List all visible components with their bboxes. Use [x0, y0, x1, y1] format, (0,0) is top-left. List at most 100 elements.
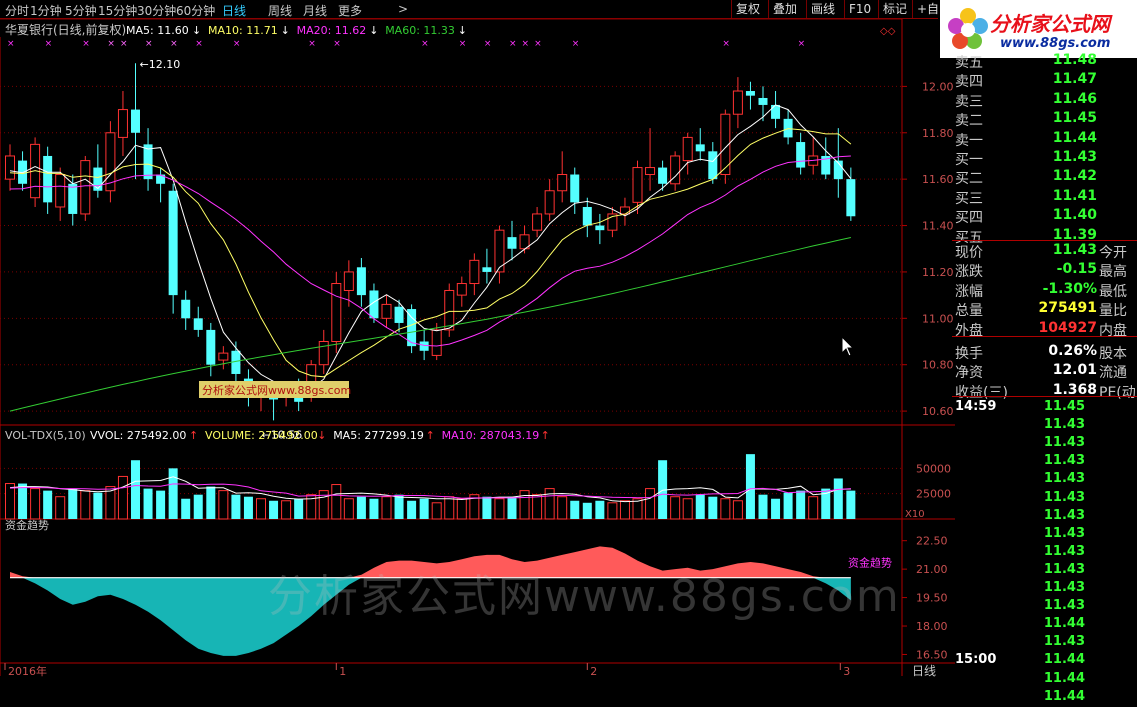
stat-row[interactable]: 收益(三) 1.368 PE(动) — [955, 382, 1137, 401]
toolbar-button-3[interactable]: F10 — [844, 0, 875, 18]
order-book-row[interactable]: 买四 11.40 — [955, 207, 1097, 226]
vol-bar-down — [294, 498, 304, 519]
stat-row[interactable]: 涨跌 -0.15 最高 — [955, 261, 1127, 280]
vol-unit: X10 — [905, 509, 925, 520]
toolbar-button-2[interactable]: 画线 — [806, 0, 839, 18]
vol-bar-down — [833, 478, 843, 519]
vol-label-1: VOLUME: 275492.00 — [205, 429, 318, 442]
period-tab-9[interactable]: 更多 — [338, 2, 362, 19]
vol-bar-down — [131, 460, 140, 519]
order-book-row[interactable]: 买一 11.43 — [955, 149, 1097, 168]
candle-body-up — [331, 283, 342, 343]
stat-row[interactable]: 总量 275491 量比 — [955, 300, 1127, 320]
tick-row: 11.43 — [955, 471, 1085, 489]
vol-bar-up — [732, 500, 743, 520]
quote-label: 买三 — [955, 190, 983, 207]
period-tab-6[interactable]: 日线 — [222, 2, 246, 19]
period-tab-7[interactable]: 周线 — [268, 2, 292, 19]
period-tab-3[interactable]: 15分钟 — [98, 2, 137, 19]
vol-bar-up — [431, 502, 442, 520]
quote-label: 涨幅 — [955, 283, 983, 300]
vol-bar-up — [444, 496, 455, 520]
tick-row: 11.43 — [955, 562, 1085, 580]
vol-bar-up — [55, 496, 66, 520]
quote-label: 总量 — [955, 303, 983, 320]
vol-bar-up — [544, 488, 555, 520]
candle-body-down — [206, 329, 216, 365]
vol-bar-up — [281, 500, 292, 520]
quote-label: 卖四 — [955, 74, 983, 91]
x-axis-label: 2016年 — [8, 664, 47, 678]
order-book-row[interactable]: 买二 11.42 — [955, 168, 1097, 187]
quote-label: 买一 — [955, 152, 983, 168]
candle-body-down — [507, 237, 517, 249]
candle-body-down — [658, 167, 668, 184]
tick-time: 15:00 — [955, 652, 997, 668]
tick-row: 11.44 — [955, 671, 1085, 689]
x-axis-period: 日线 — [912, 664, 936, 678]
vol-bar-down — [419, 498, 429, 519]
quote-value: 11.42 — [1052, 168, 1097, 185]
ma60-line — [9, 237, 852, 412]
candle-body-up — [444, 289, 455, 331]
period-tab-5[interactable]: 60分钟 — [176, 2, 215, 19]
vol-bar-down — [570, 500, 580, 519]
order-book-row[interactable]: 卖二 11.45 — [955, 110, 1097, 130]
more-arrow-icon[interactable]: > — [398, 2, 408, 16]
signal-mark: × — [798, 39, 806, 49]
vol-bar-up — [682, 498, 693, 520]
vol-arrow-icon: ↑ — [426, 429, 435, 442]
order-book-row[interactable]: 买三 11.41 — [955, 188, 1097, 207]
high-marker: ←12.10 — [140, 58, 181, 71]
vol-bar-up — [5, 483, 15, 520]
stat-row[interactable]: 涨幅 -1.30% 最低 — [955, 281, 1127, 300]
order-book-row[interactable]: 卖一 11.44 — [955, 130, 1097, 149]
x-axis-label: 3 — [843, 665, 850, 678]
period-tab-0[interactable]: 分时 — [5, 2, 29, 19]
vol-bar-down — [758, 494, 768, 519]
order-book-row[interactable]: 卖三 11.46 — [955, 91, 1097, 110]
period-tab-1[interactable]: 1分钟 — [30, 2, 62, 19]
quote-value: 104927 — [1038, 319, 1097, 336]
vol-bar-up — [117, 475, 128, 520]
candle-body-up — [55, 174, 66, 208]
vol-bar-up — [557, 496, 568, 520]
toolbar-button-5[interactable]: +自 — [912, 0, 943, 18]
ma-arrow-icon: ↓ — [192, 24, 201, 37]
price-tick-label: 11.80 — [922, 127, 954, 140]
order-book-row[interactable]: 卖五 11.48 — [955, 52, 1097, 71]
quote-label: 现价 — [955, 245, 983, 261]
quote-value: 11.47 — [1052, 71, 1097, 88]
vol-bar-down — [796, 490, 806, 519]
toolbar-button-0[interactable]: 复权 — [731, 0, 764, 18]
stat-row[interactable]: 外盘 104927 内盘 — [955, 319, 1127, 339]
quote-label: 净资 — [955, 365, 983, 382]
candle-body-up — [732, 90, 743, 115]
vol-bar-up — [619, 500, 630, 520]
price-tick-label: 11.00 — [922, 312, 954, 325]
vol-bar-up — [645, 488, 656, 520]
toolbar-button-1[interactable]: 叠加 — [768, 0, 801, 18]
vol-bar-down — [771, 498, 781, 519]
quote-label-2: 今开 — [1099, 245, 1127, 261]
candle-body-up — [682, 136, 693, 162]
quote-label: 卖二 — [955, 113, 983, 130]
stat-row[interactable]: 净资 12.01 流通 — [955, 362, 1127, 382]
stat-row[interactable]: 现价 11.43 今开 — [955, 242, 1127, 261]
period-tab-8[interactable]: 月线 — [303, 2, 327, 19]
vol-bar-down — [243, 496, 253, 519]
diamond-icon: ◇◇ — [880, 26, 896, 37]
period-tab-2[interactable]: 5分钟 — [65, 2, 97, 19]
toolbar-button-4[interactable]: 标记 — [878, 0, 911, 18]
stat-row[interactable]: 换手 0.26% 股本 — [955, 343, 1127, 362]
candle-body-up — [632, 167, 643, 203]
tick-row: 11.44 — [955, 689, 1085, 707]
tick-row: 14:59 11.45 — [955, 399, 1085, 417]
period-tab-4[interactable]: 30分钟 — [137, 2, 176, 19]
vol-bar-down — [507, 496, 517, 519]
vol-label-0: VVOL: 275492.00 — [90, 429, 186, 442]
vol-bar-up — [456, 498, 467, 520]
signal-mark: × — [509, 39, 517, 49]
tick-row: 11.43 — [955, 526, 1085, 544]
order-book-row[interactable]: 卖四 11.47 — [955, 71, 1097, 91]
